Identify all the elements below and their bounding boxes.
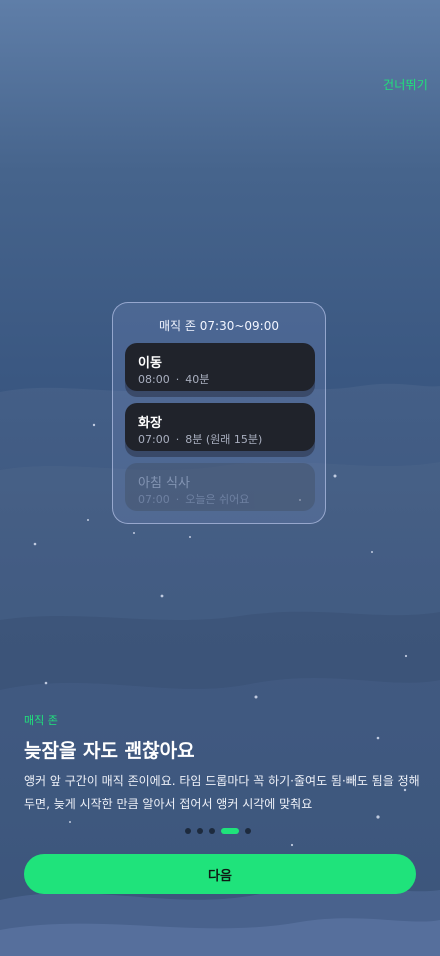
task-meta: 07:00 · 오늘은 쉬어요 [138, 491, 249, 507]
task-time: 08:00 [138, 373, 170, 386]
page-dot-active [221, 828, 239, 834]
magic-zone-card: 매직 존 07:30~09:00 이동 08:00 · 40분 화장 07:00 · 8… [112, 302, 326, 524]
task-separator: · [175, 433, 180, 446]
section-tag: 매직 존 [24, 714, 58, 727]
task-separator: · [175, 373, 180, 386]
onboarding-screen: 건너뛰기 매직 존 07:30~09:00 이동 08:00 · 40분 화장 07… [0, 0, 440, 956]
task-time: 07:00 [138, 433, 170, 446]
page-dot [197, 828, 203, 834]
skip-button[interactable]: 건너뛰기 [383, 76, 428, 93]
task-meta: 08:00 · 40분 [138, 371, 209, 387]
card-title: 매직 존 07:30~09:00 [159, 319, 279, 333]
task-separator: · [175, 493, 180, 506]
task-name: 이동 [138, 356, 162, 371]
task-detail: 40분 [185, 373, 210, 386]
page-dot [245, 828, 251, 834]
page-title: 늦잠을 자도 괜찮아요 [24, 740, 195, 762]
task-name: 화장 [138, 416, 162, 431]
task-item-breakfast: 아침 식사 07:00 · 오늘은 쉬어요 [125, 463, 315, 511]
page-description: 앵커 앞 구간이 매직 존이에요. 타임 드롭마다 꼭 하기·줄여도 됨·빼도 … [24, 774, 420, 811]
task-detail: 오늘은 쉬어요 [185, 493, 250, 506]
task-time: 07:00 [138, 493, 170, 506]
task-detail: 8분 (원래 15분) [185, 433, 263, 446]
task-item-move: 이동 08:00 · 40분 [125, 343, 315, 391]
page-dot [185, 828, 191, 834]
task-item-makeup: 화장 07:00 · 8분 (원래 15분) [125, 403, 315, 451]
next-button[interactable]: 다음 [24, 854, 416, 894]
page-dot [209, 828, 215, 834]
task-meta: 07:00 · 8분 (원래 15분) [138, 431, 262, 447]
page-indicator [185, 826, 251, 836]
task-name: 아침 식사 [138, 476, 190, 491]
